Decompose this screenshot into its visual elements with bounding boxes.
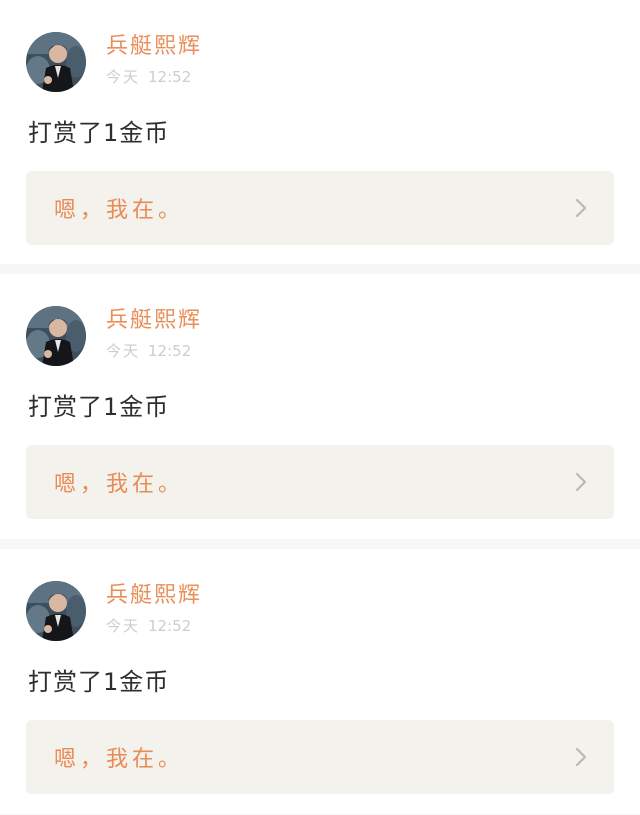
reward-text: 打赏了1金币 (28, 393, 170, 421)
timestamp: 今天 12:52 (106, 617, 202, 635)
reward-text: 打赏了1金币 (28, 119, 170, 147)
avatar-image (26, 306, 86, 366)
entry-meta: 兵艇熙辉 今天 12:52 (106, 32, 202, 86)
avatar-image (26, 581, 86, 641)
timestamp-clock: 12:52 (148, 342, 192, 360)
reward-text: 打赏了1金币 (28, 668, 170, 696)
entry-header: 兵艇熙辉 今天 12:52 (26, 581, 202, 641)
entry-meta: 兵艇熙辉 今天 12:52 (106, 306, 202, 360)
entry-header: 兵艇熙辉 今天 12:52 (26, 32, 202, 92)
avatar-image (26, 32, 86, 92)
quoted-post-link[interactable]: 嗯，我在。 (26, 171, 614, 245)
timestamp-day: 今天 (106, 342, 141, 360)
chevron-right-icon (574, 471, 588, 493)
reward-entry: 兵艇熙辉 今天 12:52 打赏了1金币 嗯，我在。 (0, 0, 640, 264)
entry-header: 兵艇熙辉 今天 12:52 (26, 306, 202, 366)
quoted-post-link[interactable]: 嗯，我在。 (26, 445, 614, 519)
username[interactable]: 兵艇熙辉 (106, 306, 202, 336)
quoted-post-text: 嗯，我在。 (54, 747, 185, 772)
username[interactable]: 兵艇熙辉 (106, 32, 202, 62)
avatar[interactable] (26, 306, 86, 366)
timestamp-clock: 12:52 (148, 68, 192, 86)
quoted-post-link[interactable]: 嗯，我在。 (26, 720, 614, 794)
timestamp-day: 今天 (106, 68, 141, 86)
entry-meta: 兵艇熙辉 今天 12:52 (106, 581, 202, 635)
quoted-post-text: 嗯，我在。 (54, 198, 185, 223)
timestamp: 今天 12:52 (106, 342, 202, 360)
reward-entry: 兵艇熙辉 今天 12:52 打赏了1金币 嗯，我在。 (0, 549, 640, 814)
timestamp-clock: 12:52 (148, 617, 192, 635)
avatar[interactable] (26, 581, 86, 641)
username[interactable]: 兵艇熙辉 (106, 581, 202, 611)
quoted-post-text: 嗯，我在。 (54, 472, 185, 497)
timestamp-day: 今天 (106, 617, 141, 635)
chevron-right-icon (574, 746, 588, 768)
avatar[interactable] (26, 32, 86, 92)
timestamp: 今天 12:52 (106, 68, 202, 86)
chevron-right-icon (574, 197, 588, 219)
reward-feed: 兵艇熙辉 今天 12:52 打赏了1金币 嗯，我在。 兵艇熙辉 今天 12:52… (0, 0, 640, 814)
reward-entry: 兵艇熙辉 今天 12:52 打赏了1金币 嗯，我在。 (0, 274, 640, 539)
